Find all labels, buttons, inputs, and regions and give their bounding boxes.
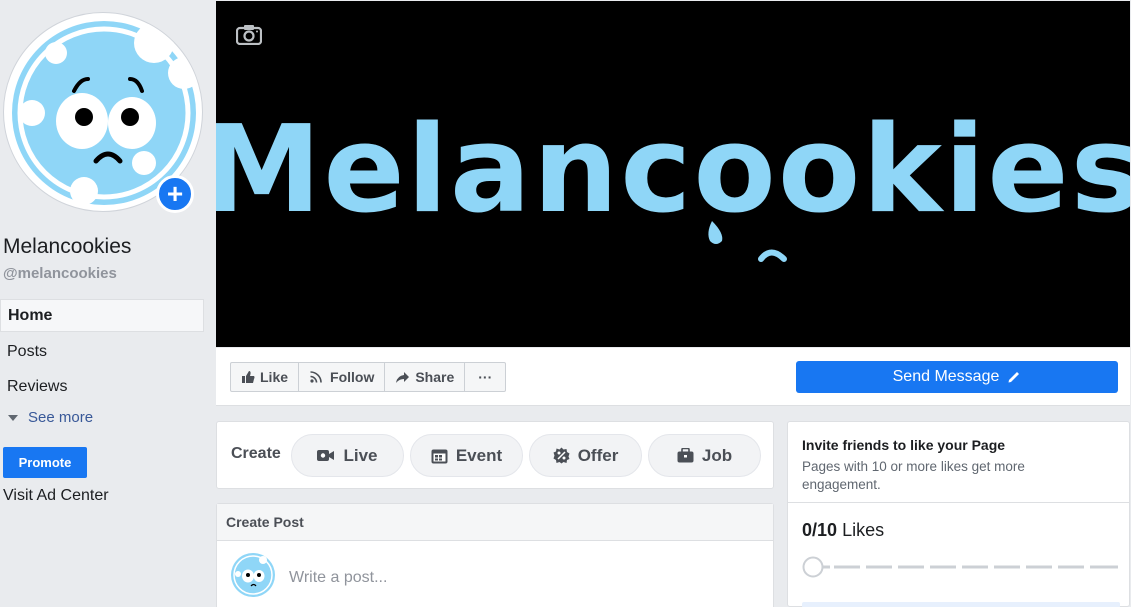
video-camera-icon <box>317 450 335 461</box>
create-post-title: Create Post <box>217 504 773 541</box>
create-label: Create <box>231 445 281 462</box>
page-action-bar: Like Follow Share ··· Send Message <box>216 348 1130 406</box>
create-job-button[interactable]: Job <box>648 434 761 477</box>
sidebar-item-reviews[interactable]: Reviews <box>0 370 204 403</box>
calendar-icon <box>431 449 448 463</box>
follow-button[interactable]: Follow <box>299 363 386 391</box>
invite-title: Invite friends to like your Page <box>802 437 1006 453</box>
create-event-button[interactable]: Event <box>410 434 523 477</box>
share-button[interactable]: Share <box>385 363 466 391</box>
follow-label: Follow <box>330 369 375 385</box>
job-label: Job <box>701 445 733 465</box>
see-more-link[interactable]: See more <box>8 409 93 426</box>
invite-description: Pages with 10 or more likes get more eng… <box>802 459 1025 492</box>
event-label: Event <box>455 445 503 465</box>
like-label: Like <box>260 369 289 385</box>
pencil-icon <box>1008 372 1020 383</box>
sidebar-item-home[interactable]: Home <box>0 299 204 332</box>
offer-label: Offer <box>577 445 619 465</box>
invite-footer-strip <box>802 602 1120 607</box>
cover-photo: Melancookies <box>216 1 1130 347</box>
caret-down-icon <box>8 414 18 421</box>
cover-logo-text: Melancookies <box>216 101 1130 240</box>
likes-label: Likes <box>842 520 885 540</box>
add-photo-plus-icon[interactable]: + <box>156 175 194 213</box>
live-label: Live <box>343 445 378 465</box>
see-more-label: See more <box>28 409 94 426</box>
divider <box>788 502 1129 503</box>
briefcase-icon <box>677 448 694 463</box>
create-live-button[interactable]: Live <box>291 434 404 477</box>
camera-icon[interactable] <box>236 23 262 45</box>
share-arrow-icon <box>396 371 410 383</box>
more-options-button[interactable]: ··· <box>465 363 505 391</box>
post-avatar <box>230 552 276 598</box>
promote-button[interactable]: Promote <box>3 447 87 478</box>
send-message-label: Send Message <box>892 368 1000 385</box>
like-button[interactable]: Like <box>231 363 300 391</box>
action-button-group: Like Follow Share ··· <box>230 362 507 392</box>
page-name: Melancookies <box>3 235 132 258</box>
left-sidebar: + Melancookies @melancookies Home Posts … <box>0 0 215 607</box>
page-handle[interactable]: @melancookies <box>3 265 117 282</box>
likes-counter: 0/10 Likes <box>802 520 884 541</box>
visit-ad-center-link[interactable]: Visit Ad Center <box>3 487 109 505</box>
thumbs-up-icon <box>242 371 255 383</box>
share-label: Share <box>415 369 455 385</box>
likes-progress-bar <box>802 556 1118 578</box>
write-post-input[interactable]: Write a post... <box>289 569 387 587</box>
likes-current: 0/10 <box>802 520 838 540</box>
create-post-card: Create Post Write a post... <box>216 503 774 607</box>
cover-logo: Melancookies <box>216 101 1130 262</box>
profile-picture[interactable]: + <box>3 12 203 213</box>
sidebar-item-posts[interactable]: Posts <box>0 335 204 368</box>
rss-icon <box>310 371 322 383</box>
send-message-button[interactable]: Send Message <box>796 361 1118 393</box>
cookie-avatar-small-icon <box>231 553 275 597</box>
create-offer-button[interactable]: Offer <box>529 434 642 477</box>
percent-badge-icon <box>553 447 570 464</box>
invite-friends-card: Invite friends to like your Page Pages w… <box>787 421 1130 607</box>
create-card: Create Live Event Offer Job <box>216 421 774 489</box>
